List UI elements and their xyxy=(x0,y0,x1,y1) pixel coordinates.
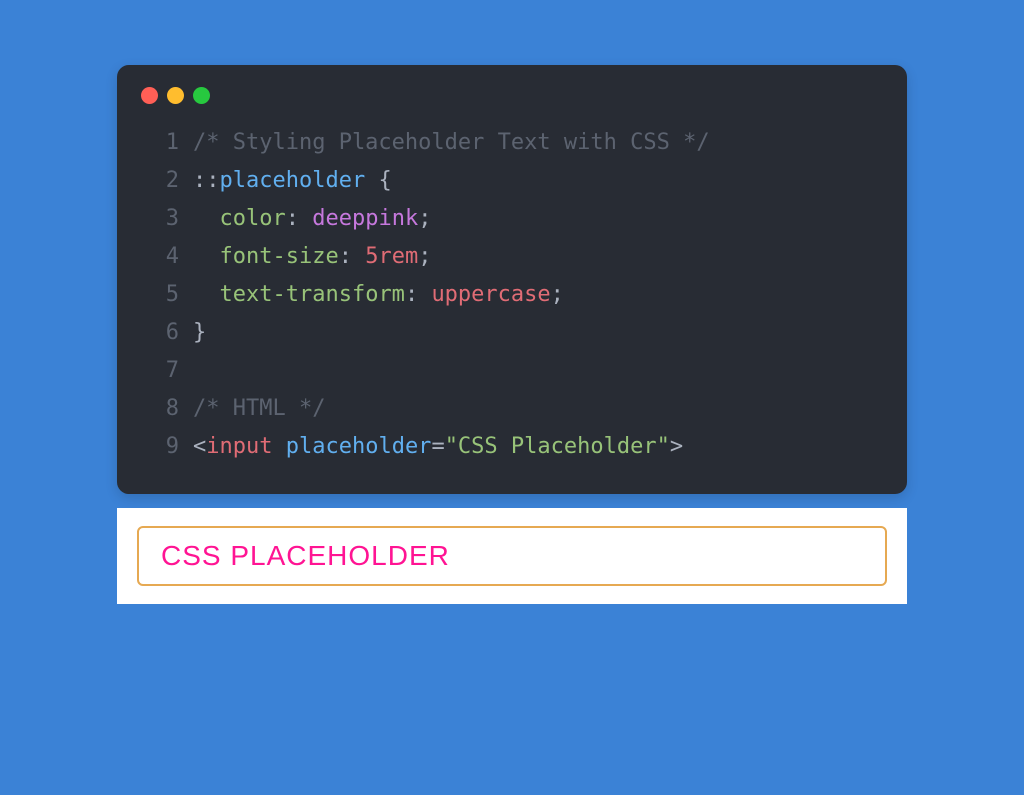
token: deeppink xyxy=(312,206,418,231)
code-content: /* Styling Placeholder Text with CSS */ xyxy=(193,124,710,162)
line-number: 3 xyxy=(147,200,179,238)
zoom-icon[interactable] xyxy=(193,87,210,104)
token: "CSS Placeholder" xyxy=(445,434,670,459)
line-number: 9 xyxy=(147,428,179,466)
token xyxy=(193,282,220,307)
code-line: 4 font-size: 5rem; xyxy=(147,238,877,276)
code-line: 5 text-transform: uppercase; xyxy=(147,276,877,314)
token xyxy=(193,206,220,231)
line-number: 6 xyxy=(147,314,179,352)
token: } xyxy=(193,320,206,345)
demo-panel xyxy=(117,508,907,604)
code-line: 3 color: deeppink; xyxy=(147,200,877,238)
token: < xyxy=(193,434,206,459)
token: : xyxy=(405,282,432,307)
code-content: font-size: 5rem; xyxy=(193,238,431,276)
token: ; xyxy=(551,282,564,307)
code-line: 7 xyxy=(147,352,877,390)
token: placeholder xyxy=(220,168,379,193)
line-number: 2 xyxy=(147,162,179,200)
token: uppercase xyxy=(431,282,550,307)
code-line: 1 /* Styling Placeholder Text with CSS */ xyxy=(147,124,877,162)
code-editor-window: 1 /* Styling Placeholder Text with CSS */… xyxy=(117,65,907,494)
token: /* HTML */ xyxy=(193,396,325,421)
token: placeholder xyxy=(286,434,432,459)
code-line: 6} xyxy=(147,314,877,352)
code-content: ::placeholder { xyxy=(193,162,392,200)
token: : xyxy=(339,244,366,269)
window-titlebar xyxy=(117,65,907,114)
token: color xyxy=(220,206,286,231)
token: :: xyxy=(193,168,220,193)
line-number: 4 xyxy=(147,238,179,276)
code-content: text-transform: uppercase; xyxy=(193,276,564,314)
code-content xyxy=(193,352,206,390)
code-content: color: deeppink; xyxy=(193,200,431,238)
token: 5rem xyxy=(365,244,418,269)
line-number: 7 xyxy=(147,352,179,390)
close-icon[interactable] xyxy=(141,87,158,104)
code-content: } xyxy=(193,314,206,352)
code-block: 1 /* Styling Placeholder Text with CSS */… xyxy=(117,114,907,466)
demo-input[interactable] xyxy=(137,526,887,586)
token: { xyxy=(378,168,391,193)
token: ; xyxy=(418,244,431,269)
token: input xyxy=(206,434,285,459)
token: font-size xyxy=(220,244,339,269)
token: /* Styling Placeholder Text with CSS */ xyxy=(193,130,710,155)
code-line: 8 /* HTML */ xyxy=(147,390,877,428)
line-number: 1 xyxy=(147,124,179,162)
token: : xyxy=(286,206,313,231)
line-number: 5 xyxy=(147,276,179,314)
token: text-transform xyxy=(220,282,405,307)
token: > xyxy=(670,434,683,459)
token xyxy=(193,244,220,269)
token: ; xyxy=(418,206,431,231)
code-content: /* HTML */ xyxy=(193,390,325,428)
line-number: 8 xyxy=(147,390,179,428)
token: = xyxy=(431,434,444,459)
code-content: <input placeholder="CSS Placeholder"> xyxy=(193,428,683,466)
code-line: 9 <input placeholder="CSS Placeholder"> xyxy=(147,428,877,466)
code-line: 2::placeholder { xyxy=(147,162,877,200)
minimize-icon[interactable] xyxy=(167,87,184,104)
